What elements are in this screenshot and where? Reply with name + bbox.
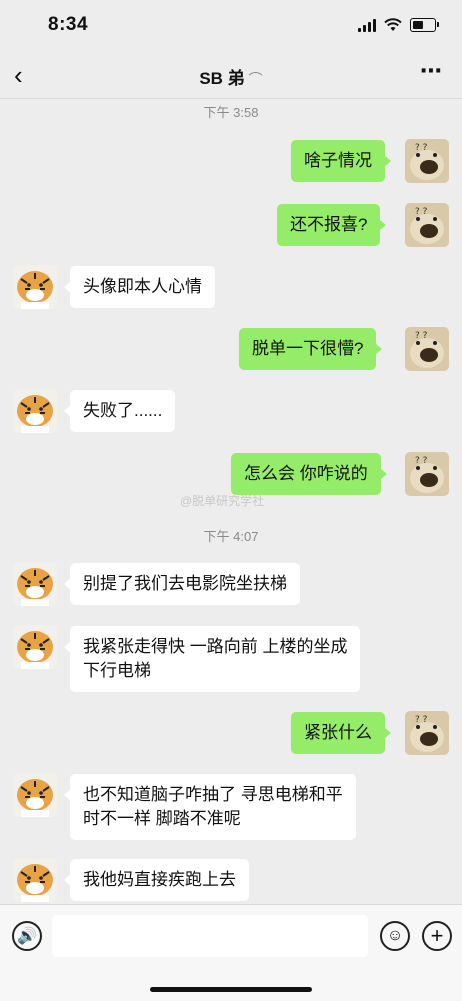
input-bar: 🔊 ☺ + [0,904,462,1001]
avatar-dog-icon[interactable]: ? ? [405,327,449,371]
svg-text:? ?: ? ? [415,456,428,466]
home-indicator [150,987,312,992]
message-bubble-theirs[interactable]: 失败了...... [63,390,176,432]
avatar-tiger-icon[interactable] [13,562,57,606]
chat-title: SB 弟 [199,69,245,88]
avatar-dog-icon[interactable]: ? ? [405,139,449,183]
avatar-dog-icon[interactable]: ? ? [405,203,449,247]
avatar-dog-icon[interactable]: ? ? [405,711,449,755]
avatar-tiger-icon[interactable] [13,773,57,817]
voice-icon[interactable]: 🔊 [12,921,42,951]
avatar-dog-icon[interactable]: ? ? [405,452,449,496]
message-bubble-mine[interactable]: 还不报喜? [277,204,387,246]
message-bubble-theirs[interactable]: 也不知道脑子咋抽了 寻思电梯和平 时不一样 脚踏不准呢 [64,774,356,840]
avatar-tiger-icon[interactable] [13,389,57,433]
message-input[interactable] [52,915,368,957]
status-bar: 8:34 [0,0,462,52]
svg-text:? ?: ? ? [415,715,428,725]
ear-icon: ⌒ [248,71,263,87]
battery-icon [410,18,439,32]
more-icon[interactable]: ⋯ [420,58,444,84]
status-time: 8:34 [48,14,89,35]
plus-icon[interactable]: + [422,921,452,951]
avatar-tiger-icon[interactable] [13,625,57,669]
avatar-tiger-icon[interactable] [13,858,57,902]
timestamp: 下午 3:58 [203,105,259,120]
message-bubble-theirs[interactable]: 头像即本人心情 [64,266,215,308]
message-bubble-mine[interactable]: 啥子情况 [291,140,391,182]
svg-text:? ?: ? ? [415,143,428,153]
chat-header: ‹ SB 弟 ⌒ ⋯ [0,52,462,99]
svg-text:? ?: ? ? [415,331,428,341]
avatar-tiger-icon[interactable] [13,265,57,309]
emoji-icon[interactable]: ☺ [380,921,410,951]
timestamp: 下午 4:07 [203,529,259,544]
message-bubble-theirs[interactable]: 我他妈直接疾跑上去 [64,859,249,901]
message-bubble-mine[interactable]: 紧张什么 [291,712,391,754]
message-bubble-theirs[interactable]: 我紧张走得快 一路向前 上楼的坐成 下行电梯 [63,626,361,692]
wifi-icon [384,18,402,31]
watermark: @脱单研究学社 [180,494,265,508]
message-bubble-mine[interactable]: 怎么会 你咋说的 [231,453,387,495]
message-bubble-theirs[interactable]: 别提了我们去电影院坐扶梯 [64,563,300,605]
svg-text:? ?: ? ? [415,207,428,217]
message-bubble-mine[interactable]: 脱单一下很懵? [239,328,383,370]
signal-icon [358,18,376,32]
